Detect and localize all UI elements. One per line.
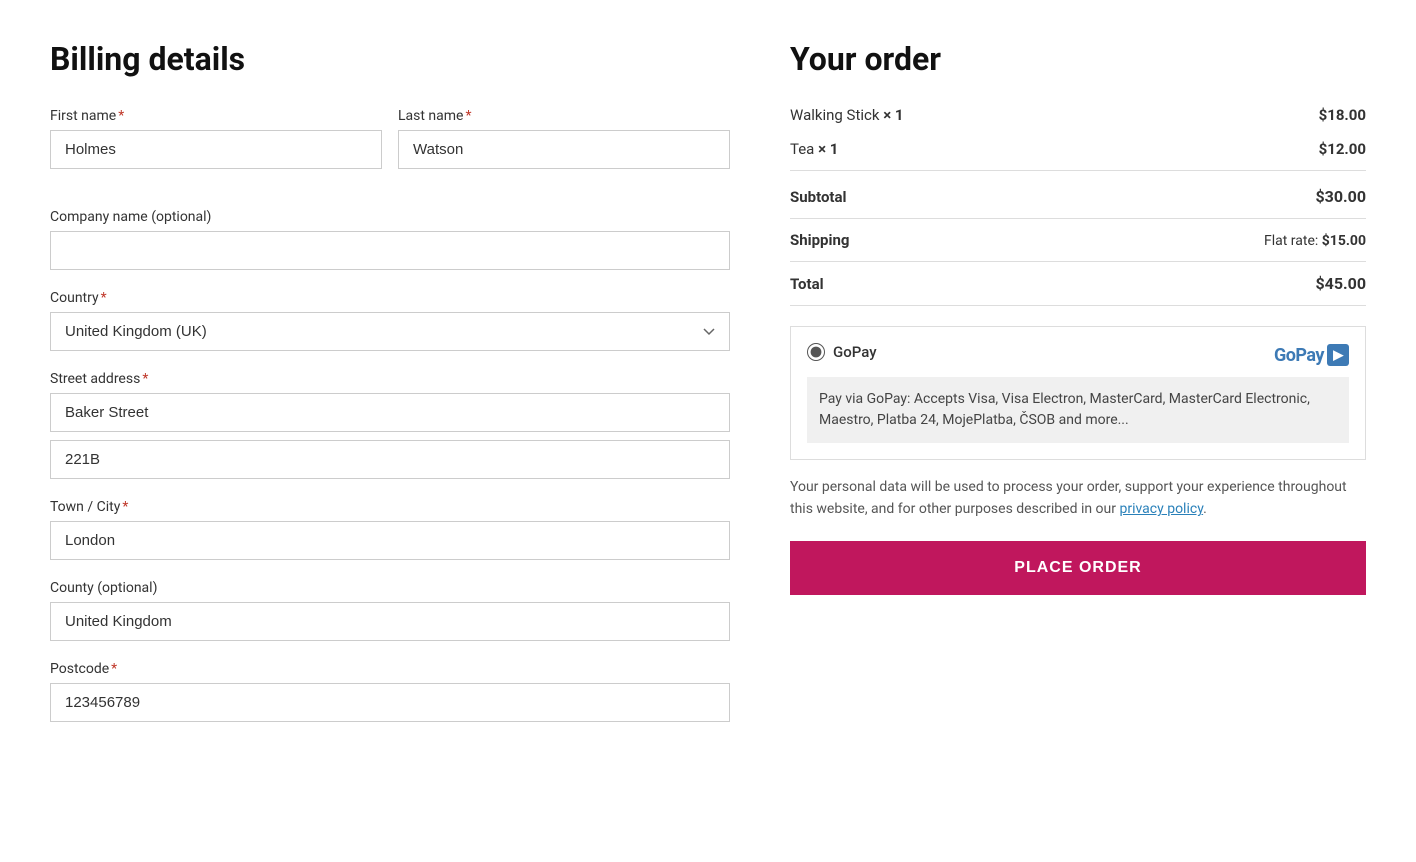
town-city-input[interactable] bbox=[50, 521, 730, 560]
order-item-row: Tea × 1 $12.00 bbox=[790, 132, 1366, 166]
privacy-policy-link[interactable]: privacy policy bbox=[1119, 501, 1203, 517]
subtotal-label: Subtotal bbox=[790, 188, 847, 206]
billing-details-section: Billing details First name* Last name* C… bbox=[50, 40, 730, 742]
postcode-input[interactable] bbox=[50, 683, 730, 722]
county-input[interactable] bbox=[50, 602, 730, 641]
street-address-2-input[interactable] bbox=[50, 440, 730, 479]
payment-section: GoPay GoPay ▶ Pay via GoPay: Accepts Vis… bbox=[790, 326, 1366, 460]
county-label: County (optional) bbox=[50, 580, 730, 596]
first-name-input[interactable] bbox=[50, 130, 382, 169]
shipping-value: Flat rate: $15.00 bbox=[1264, 233, 1366, 249]
privacy-text-before: Your personal data will be used to proce… bbox=[790, 479, 1347, 517]
order-items-list: Walking Stick × 1 $18.00 Tea × 1 $12.00 bbox=[790, 98, 1366, 171]
last-name-label: Last name* bbox=[398, 108, 730, 124]
company-name-group: Company name (optional) bbox=[50, 209, 730, 270]
subtotal-value: $30.00 bbox=[1315, 187, 1366, 206]
street-address-group: Street address* bbox=[50, 371, 730, 479]
payment-header: GoPay GoPay ▶ bbox=[807, 343, 1349, 367]
town-city-group: Town / City* bbox=[50, 499, 730, 560]
first-name-group: First name* bbox=[50, 108, 382, 169]
order-item-1-name: Walking Stick × 1 bbox=[790, 106, 903, 124]
place-order-button[interactable]: PLACE ORDER bbox=[790, 541, 1366, 595]
order-item-2-name: Tea × 1 bbox=[790, 140, 838, 158]
country-group: Country* United Kingdom (UK) bbox=[50, 290, 730, 351]
last-name-input[interactable] bbox=[398, 130, 730, 169]
gopay-radio[interactable] bbox=[807, 343, 825, 361]
country-select[interactable]: United Kingdom (UK) bbox=[50, 312, 730, 351]
privacy-notice: Your personal data will be used to proce… bbox=[790, 476, 1366, 521]
order-item-1-price: $18.00 bbox=[1319, 106, 1366, 124]
street-address-1-input[interactable] bbox=[50, 393, 730, 432]
payment-description-box: Pay via GoPay: Accepts Visa, Visa Electr… bbox=[807, 377, 1349, 443]
payment-radio-label[interactable]: GoPay bbox=[807, 343, 877, 361]
country-label: Country* bbox=[50, 290, 730, 306]
gopay-logo: GoPay ▶ bbox=[1274, 344, 1349, 366]
county-group: County (optional) bbox=[50, 580, 730, 641]
postcode-group: Postcode* bbox=[50, 661, 730, 722]
order-title: Your order bbox=[790, 40, 1366, 78]
total-row: Total $45.00 bbox=[790, 262, 1366, 306]
postcode-label: Postcode* bbox=[50, 661, 730, 677]
billing-title: Billing details bbox=[50, 40, 730, 78]
order-item-2-price: $12.00 bbox=[1319, 140, 1366, 158]
shipping-label: Shipping bbox=[790, 231, 849, 249]
subtotal-row: Subtotal $30.00 bbox=[790, 175, 1366, 219]
town-city-label: Town / City* bbox=[50, 499, 730, 515]
privacy-text-after: . bbox=[1203, 501, 1207, 517]
gopay-arrow-icon: ▶ bbox=[1327, 344, 1349, 366]
payment-description: Pay via GoPay: Accepts Visa, Visa Electr… bbox=[819, 389, 1337, 431]
total-value: $45.00 bbox=[1315, 274, 1366, 293]
order-item-row: Walking Stick × 1 $18.00 bbox=[790, 98, 1366, 132]
total-label: Total bbox=[790, 275, 824, 293]
payment-method-name: GoPay bbox=[833, 343, 877, 361]
company-name-label: Company name (optional) bbox=[50, 209, 730, 225]
last-name-group: Last name* bbox=[398, 108, 730, 169]
order-summary-section: Your order Walking Stick × 1 $18.00 Tea … bbox=[790, 40, 1366, 742]
company-name-input[interactable] bbox=[50, 231, 730, 270]
street-address-label: Street address* bbox=[50, 371, 730, 387]
shipping-row: Shipping Flat rate: $15.00 bbox=[790, 219, 1366, 262]
first-name-label: First name* bbox=[50, 108, 382, 124]
